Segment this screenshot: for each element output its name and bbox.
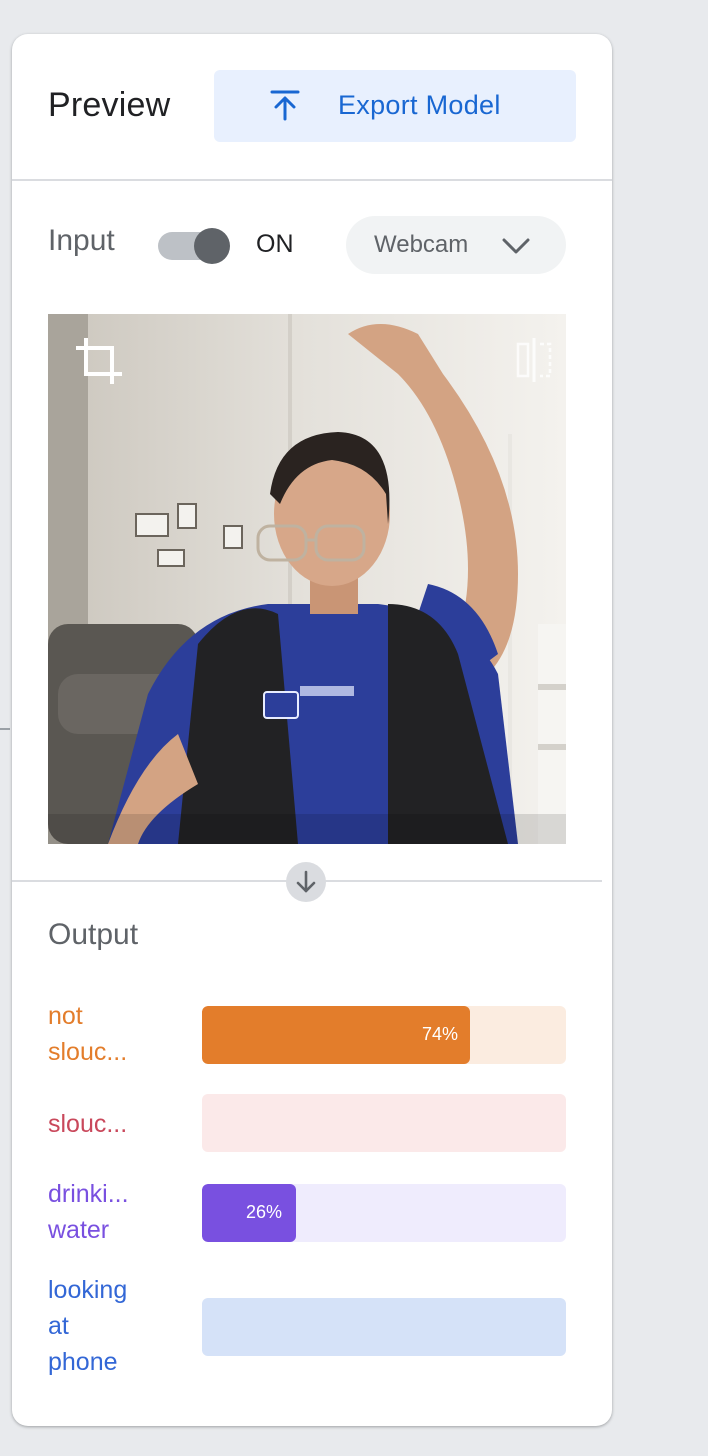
input-source-value: Webcam — [374, 231, 469, 258]
confidence-bar-drinking-water: 26% — [202, 1184, 566, 1242]
class-label-line: looking — [48, 1276, 128, 1304]
flip-icon[interactable] — [514, 336, 554, 384]
toggle-state-label: ON — [256, 230, 294, 258]
webcam-frame-image — [48, 314, 566, 844]
webcam-preview — [48, 314, 566, 844]
preview-panel: Preview Export Model Input ON Webcam Out… — [12, 34, 612, 1426]
output-title: Output — [48, 918, 139, 951]
class-label-line: phone — [48, 1348, 118, 1376]
class-label-line: drinki... — [48, 1180, 129, 1208]
input-label: Input — [48, 224, 115, 257]
confidence-bar-looking-at-phone — [202, 1298, 566, 1356]
preview-header: Preview Export Model — [12, 34, 612, 181]
class-label-not-slouching: not slouc... — [48, 998, 178, 1070]
page-title: Preview — [48, 86, 171, 124]
input-source-dropdown[interactable]: Webcam — [346, 216, 566, 274]
arrow-down-badge — [286, 862, 326, 902]
class-label-slouching: slouc... — [48, 1106, 178, 1142]
class-label-line: at — [48, 1312, 69, 1340]
class-label-drinking-water: drinki... water — [48, 1176, 178, 1248]
confidence-bar-slouching — [202, 1094, 566, 1152]
export-model-button[interactable]: Export Model — [214, 70, 576, 142]
left-edge-tick — [0, 728, 10, 730]
class-label-looking-at-phone: looking at phone — [48, 1272, 178, 1380]
confidence-percent: 26% — [246, 1202, 283, 1222]
toggle-knob — [194, 228, 230, 264]
confidence-percent: 74% — [422, 1024, 459, 1044]
chevron-down-icon — [502, 238, 530, 254]
input-toggle[interactable] — [158, 228, 230, 264]
class-label-line: slouc... — [48, 1110, 128, 1138]
crop-icon[interactable] — [74, 336, 124, 386]
confidence-bar-not-slouching: 74% — [202, 1006, 566, 1064]
class-label-line: slouc... — [48, 1038, 128, 1066]
arrow-down-icon — [296, 870, 316, 893]
export-model-label: Export Model — [338, 90, 501, 120]
class-label-line: not — [48, 1002, 83, 1030]
class-label-line: water — [48, 1216, 110, 1244]
upload-icon — [270, 90, 300, 121]
